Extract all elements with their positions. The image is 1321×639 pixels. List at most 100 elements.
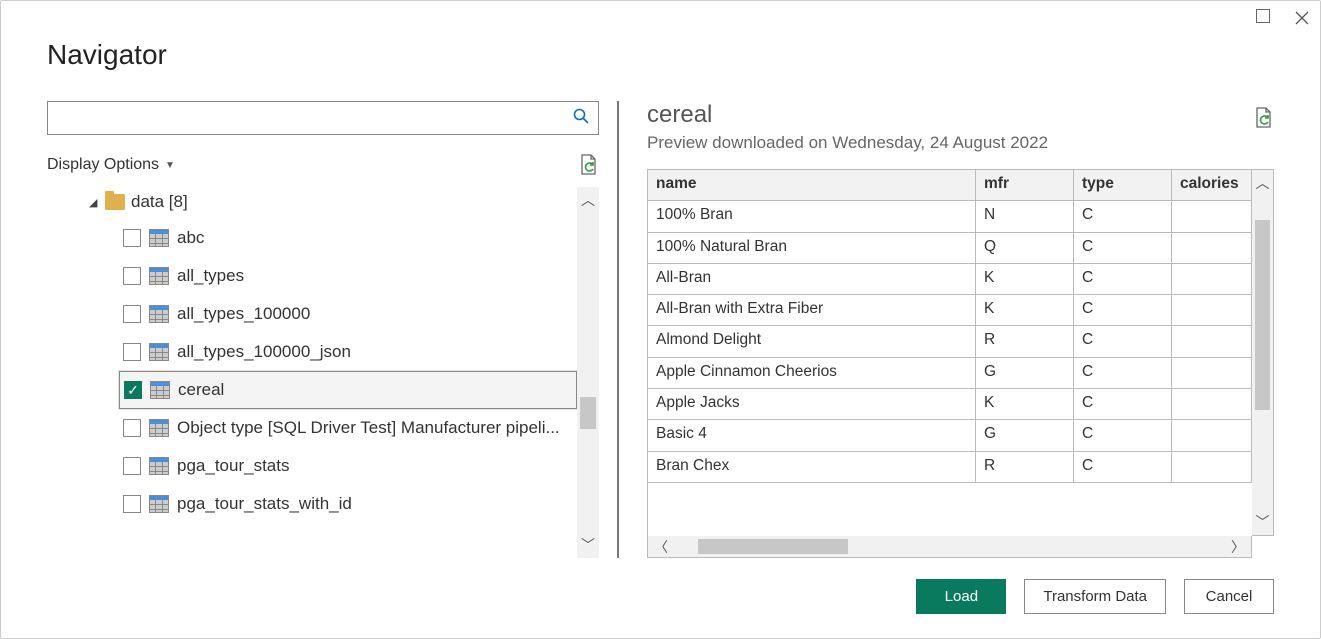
table-icon — [149, 457, 169, 475]
table-cell: All-Bran with Extra Fiber — [648, 295, 976, 326]
table-row[interactable]: Almond DelightRC — [648, 326, 1252, 357]
checkbox[interactable] — [123, 419, 141, 437]
checkbox[interactable]: ✓ — [124, 381, 142, 399]
table-row[interactable]: Apple JacksKC — [648, 389, 1252, 420]
table-icon — [149, 267, 169, 285]
display-options-dropdown[interactable]: Display Options ▼ — [47, 156, 175, 174]
tree-item-label: cereal — [178, 380, 570, 400]
tree-item[interactable]: abc — [119, 219, 577, 257]
table-cell — [1172, 420, 1252, 451]
tree-item-label: pga_tour_stats_with_id — [177, 494, 571, 514]
tree-item-label: abc — [177, 228, 571, 248]
column-header[interactable]: name — [648, 170, 976, 201]
close-icon — [1294, 10, 1310, 26]
scroll-thumb[interactable] — [1255, 220, 1270, 410]
tree-item[interactable]: all_types — [119, 257, 577, 295]
tree-item-label: pga_tour_stats — [177, 456, 571, 476]
table-row[interactable]: All-BranKC — [648, 264, 1252, 295]
table-icon — [149, 495, 169, 513]
column-header[interactable]: calories — [1172, 170, 1252, 201]
tree-item[interactable]: all_types_100000_json — [119, 333, 577, 371]
search-box[interactable] — [47, 101, 599, 135]
table-cell: K — [976, 264, 1074, 295]
tree-item[interactable]: all_types_100000 — [119, 295, 577, 333]
refresh-tree-button[interactable] — [579, 154, 599, 176]
column-header[interactable]: mfr — [976, 170, 1074, 201]
close-button[interactable] — [1294, 10, 1310, 26]
table-cell: C — [1074, 358, 1172, 389]
table-cell: Almond Delight — [648, 326, 976, 357]
document-refresh-icon — [1254, 107, 1274, 129]
table-cell: C — [1074, 420, 1172, 451]
scroll-left-icon[interactable]: 〈 — [654, 540, 668, 554]
table-cell: 100% Natural Bran — [648, 233, 976, 264]
maximize-button[interactable] — [1256, 9, 1270, 27]
scroll-thumb[interactable] — [580, 397, 596, 429]
scroll-down-icon[interactable]: ﹀ — [1256, 515, 1270, 529]
tree-item[interactable]: ✓ cereal — [119, 371, 577, 409]
display-options-label: Display Options — [47, 156, 159, 174]
checkbox[interactable] — [123, 495, 141, 513]
table-vertical-scrollbar[interactable]: ︿ ﹀ — [1252, 169, 1274, 536]
tree-item[interactable]: pga_tour_stats — [119, 447, 577, 485]
table-cell — [1172, 452, 1252, 483]
refresh-preview-button[interactable] — [1254, 107, 1274, 129]
table-cell: G — [976, 420, 1074, 451]
table-cell — [1172, 358, 1252, 389]
tree-item[interactable]: Object type [SQL Driver Test] Manufactur… — [119, 409, 577, 447]
tree-item[interactable]: pga_tour_stats_with_id — [119, 485, 577, 523]
preview-title: cereal — [647, 101, 1048, 129]
scroll-track[interactable] — [1252, 190, 1273, 515]
table-cell: Apple Cinnamon Cheerios — [648, 358, 976, 389]
tree-item-label: all_types — [177, 266, 571, 286]
cancel-button[interactable]: Cancel — [1184, 579, 1274, 614]
table-row[interactable]: Apple Cinnamon CheeriosGC — [648, 358, 1252, 389]
collapse-arrow-icon: ◢ — [89, 196, 99, 209]
tree-root-label: data [8] — [131, 192, 188, 212]
table-cell: C — [1074, 295, 1172, 326]
table-cell: Basic 4 — [648, 420, 976, 451]
table-cell: K — [976, 389, 1074, 420]
table-row[interactable]: Bran ChexRC — [648, 452, 1252, 483]
table-cell: N — [976, 201, 1074, 232]
scroll-thumb[interactable] — [698, 539, 848, 554]
tree-item-label: Object type [SQL Driver Test] Manufactur… — [177, 418, 571, 438]
table-row[interactable]: 100% BranNC — [648, 201, 1252, 232]
table-cell: C — [1074, 233, 1172, 264]
table-row[interactable]: 100% Natural BranQC — [648, 233, 1252, 264]
search-icon[interactable] — [564, 108, 598, 129]
table-row[interactable]: Basic 4GC — [648, 420, 1252, 451]
scroll-track[interactable] — [577, 207, 599, 538]
checkbox[interactable] — [123, 457, 141, 475]
folder-icon — [105, 194, 125, 210]
scroll-up-icon[interactable]: ︿ — [581, 193, 595, 207]
navigator-tree: ◢ data [8] abc all_types all_types_100000a… — [47, 187, 577, 558]
preview-table[interactable]: namemfrtypecalories100% BranNC100% Natur… — [647, 169, 1252, 536]
column-header[interactable]: type — [1074, 170, 1172, 201]
table-horizontal-scrollbar[interactable]: 〈 〉 — [647, 536, 1252, 558]
table-cell: All-Bran — [648, 264, 976, 295]
checkbox[interactable] — [123, 343, 141, 361]
table-cell: G — [976, 358, 1074, 389]
scroll-down-icon[interactable]: ﹀ — [581, 538, 595, 552]
table-icon — [149, 343, 169, 361]
checkbox[interactable] — [123, 305, 141, 323]
table-cell: Bran Chex — [648, 452, 976, 483]
scroll-up-icon[interactable]: ︿ — [1256, 176, 1270, 190]
scroll-right-icon[interactable]: 〉 — [1231, 540, 1245, 554]
load-button[interactable]: Load — [916, 579, 1006, 614]
tree-scrollbar[interactable]: ︿ ﹀ — [577, 187, 599, 558]
search-input[interactable] — [48, 102, 564, 134]
tree-root-node[interactable]: ◢ data [8] — [89, 187, 577, 217]
checkbox[interactable] — [123, 229, 141, 247]
transform-data-button[interactable]: Transform Data — [1024, 579, 1166, 614]
table-icon — [149, 419, 169, 437]
tree-item-label: all_types_100000 — [177, 304, 571, 324]
scroll-track[interactable] — [668, 536, 1231, 557]
table-cell: K — [976, 295, 1074, 326]
table-cell: C — [1074, 264, 1172, 295]
table-row[interactable]: All-Bran with Extra FiberKC — [648, 295, 1252, 326]
navigator-left-pane: Display Options ▼ ◢ data [8] — [47, 101, 617, 558]
checkbox[interactable] — [123, 267, 141, 285]
table-cell — [1172, 389, 1252, 420]
